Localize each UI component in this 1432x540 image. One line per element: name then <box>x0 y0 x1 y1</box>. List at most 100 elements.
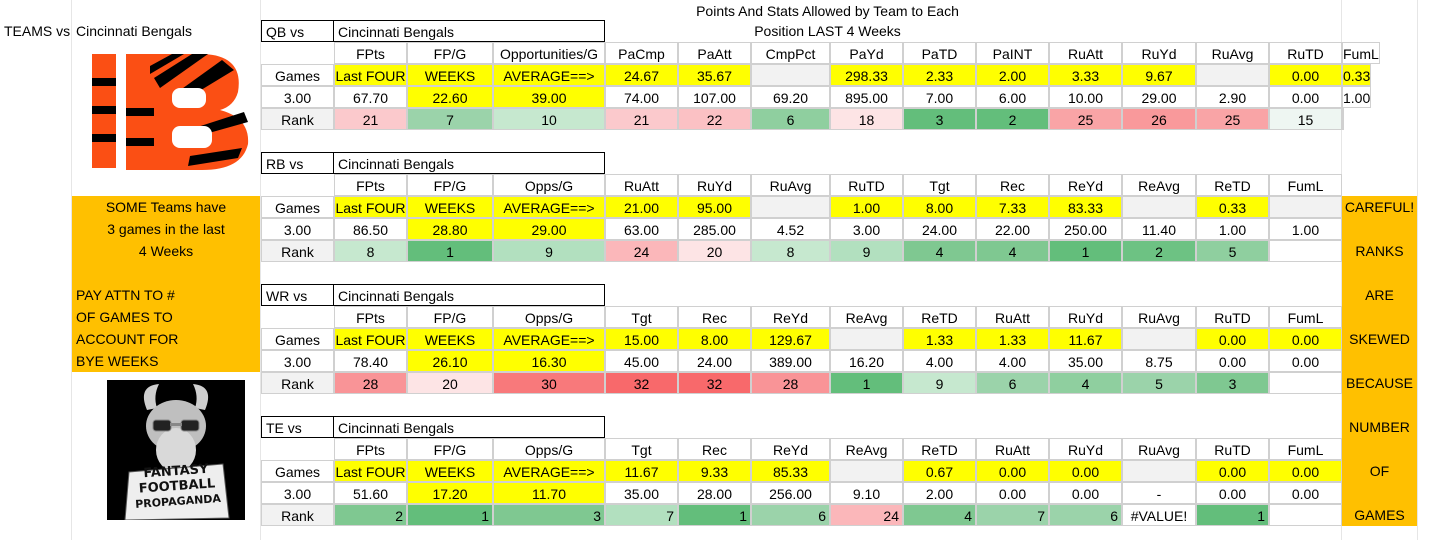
rank-cell[interactable]: 5 <box>1196 240 1269 262</box>
total-cell[interactable]: 250.00 <box>1049 218 1122 240</box>
column-header[interactable]: ReAvg <box>1122 174 1196 196</box>
rank-cell[interactable]: 1 <box>1049 240 1122 262</box>
rank-cell[interactable] <box>1269 372 1342 394</box>
rank-cell[interactable]: 7 <box>407 108 493 130</box>
rank-label[interactable]: Rank <box>261 372 334 394</box>
column-header[interactable]: Opportunities/G <box>493 42 605 64</box>
rank-cell[interactable]: 2 <box>334 504 407 526</box>
section-team-name[interactable]: Cincinnati Bengals <box>333 20 605 42</box>
rank-cell[interactable] <box>1342 108 1344 130</box>
rank-cell[interactable]: 4 <box>976 240 1049 262</box>
total-cell[interactable]: 74.00 <box>605 86 678 108</box>
rank-cell[interactable]: 6 <box>976 372 1049 394</box>
total-cell[interactable]: 3.00 <box>830 218 903 240</box>
total-cell[interactable]: 0.00 <box>1269 350 1342 372</box>
total-cell[interactable]: 11.70 <box>493 482 605 504</box>
rank-cell[interactable]: 9 <box>830 240 903 262</box>
rank-cell[interactable]: 18 <box>830 108 903 130</box>
rank-cell[interactable]: 10 <box>493 108 605 130</box>
average-cell[interactable]: 8.00 <box>678 328 751 350</box>
column-header[interactable]: Rec <box>976 174 1049 196</box>
rank-cell[interactable]: 15 <box>1269 108 1342 130</box>
total-cell[interactable]: 8.75 <box>1122 350 1196 372</box>
column-header[interactable]: Opps/G <box>493 306 605 328</box>
rank-cell[interactable]: 4 <box>1049 372 1122 394</box>
rank-cell[interactable]: 9 <box>903 372 976 394</box>
rank-cell[interactable]: 20 <box>678 240 751 262</box>
average-cell[interactable]: WEEKS <box>407 64 493 86</box>
rank-cell[interactable]: 25 <box>1196 108 1269 130</box>
average-cell[interactable]: 0.33 <box>1196 196 1269 218</box>
average-cell[interactable]: WEEKS <box>407 328 493 350</box>
average-cell[interactable]: 0.00 <box>1196 328 1269 350</box>
average-cell[interactable]: 298.33 <box>830 64 903 86</box>
rank-cell[interactable]: 5 <box>1122 372 1196 394</box>
column-header[interactable]: ReTD <box>1196 174 1269 196</box>
total-cell[interactable]: 67.70 <box>334 86 407 108</box>
games-label[interactable]: Games <box>261 328 334 350</box>
column-header[interactable]: FPts <box>334 438 407 460</box>
average-cell[interactable]: 15.00 <box>605 328 678 350</box>
total-cell[interactable]: 51.60 <box>334 482 407 504</box>
column-header[interactable]: PaAtt <box>678 42 751 64</box>
total-cell[interactable]: 39.00 <box>493 86 605 108</box>
column-header[interactable]: RuTD <box>830 174 903 196</box>
games-label[interactable]: Games <box>261 196 334 218</box>
total-cell[interactable]: 28.00 <box>678 482 751 504</box>
column-header[interactable]: FP/G <box>407 174 493 196</box>
rank-cell[interactable]: 9 <box>493 240 605 262</box>
average-cell[interactable]: 0.00 <box>976 460 1049 482</box>
column-header[interactable]: ReAvg <box>830 306 903 328</box>
average-cell[interactable]: 3.33 <box>1049 64 1122 86</box>
column-header[interactable]: RuAvg <box>1196 42 1269 64</box>
column-header[interactable]: PaINT <box>976 42 1049 64</box>
rank-cell[interactable]: 24 <box>605 240 678 262</box>
rank-cell[interactable]: 3 <box>1196 372 1269 394</box>
average-cell[interactable]: 0.00 <box>1269 460 1342 482</box>
total-cell[interactable]: 0.00 <box>1196 350 1269 372</box>
column-header[interactable]: RuAtt <box>605 174 678 196</box>
total-cell[interactable]: 6.00 <box>976 86 1049 108</box>
position-label[interactable]: RB vs <box>261 152 334 174</box>
total-cell[interactable]: 107.00 <box>678 86 751 108</box>
total-cell[interactable]: 29.00 <box>1122 86 1196 108</box>
column-header[interactable]: RuYd <box>1122 42 1196 64</box>
total-cell[interactable]: 1.00 <box>1196 218 1269 240</box>
column-header[interactable]: ReTD <box>903 438 976 460</box>
rank-cell[interactable]: 26 <box>1122 108 1196 130</box>
average-cell[interactable]: 0.33 <box>1342 64 1372 86</box>
column-header[interactable]: FP/G <box>407 438 493 460</box>
total-cell[interactable]: 10.00 <box>1049 86 1122 108</box>
column-header[interactable]: RuTD <box>1269 42 1342 64</box>
column-header[interactable]: FumL <box>1269 174 1342 196</box>
column-header[interactable]: RuAtt <box>976 438 1049 460</box>
total-cell[interactable]: 1.00 <box>1269 218 1342 240</box>
total-cell[interactable]: 35.00 <box>605 482 678 504</box>
rank-cell[interactable]: 2 <box>976 108 1049 130</box>
rank-label[interactable]: Rank <box>261 240 334 262</box>
column-header[interactable]: RuAvg <box>1122 438 1196 460</box>
total-cell[interactable]: 0.00 <box>1049 482 1122 504</box>
games-label[interactable]: Games <box>261 460 334 482</box>
section-team-name[interactable]: Cincinnati Bengals <box>333 152 605 174</box>
rank-cell[interactable]: 3 <box>903 108 976 130</box>
total-cell[interactable]: 29.00 <box>493 218 605 240</box>
rank-cell[interactable]: 2 <box>1122 240 1196 262</box>
column-header[interactable]: FP/G <box>407 42 493 64</box>
position-label[interactable]: TE vs <box>261 416 334 438</box>
column-header[interactable]: FPts <box>334 306 407 328</box>
column-header[interactable]: RuAvg <box>751 174 830 196</box>
rank-cell[interactable]: 21 <box>334 108 407 130</box>
total-cell[interactable]: 0.00 <box>1196 482 1269 504</box>
total-cell[interactable]: 285.00 <box>678 218 751 240</box>
column-header[interactable]: PaCmp <box>605 42 678 64</box>
average-cell[interactable]: 0.00 <box>1269 328 1342 350</box>
rank-cell[interactable]: 25 <box>1049 108 1122 130</box>
rank-cell[interactable]: 6 <box>1049 504 1122 526</box>
column-header[interactable]: ReYd <box>751 306 830 328</box>
total-cell[interactable]: 24.00 <box>903 218 976 240</box>
average-cell[interactable] <box>830 460 903 482</box>
rank-cell[interactable]: 8 <box>334 240 407 262</box>
average-cell[interactable]: 7.33 <box>976 196 1049 218</box>
total-cell[interactable]: 7.00 <box>903 86 976 108</box>
